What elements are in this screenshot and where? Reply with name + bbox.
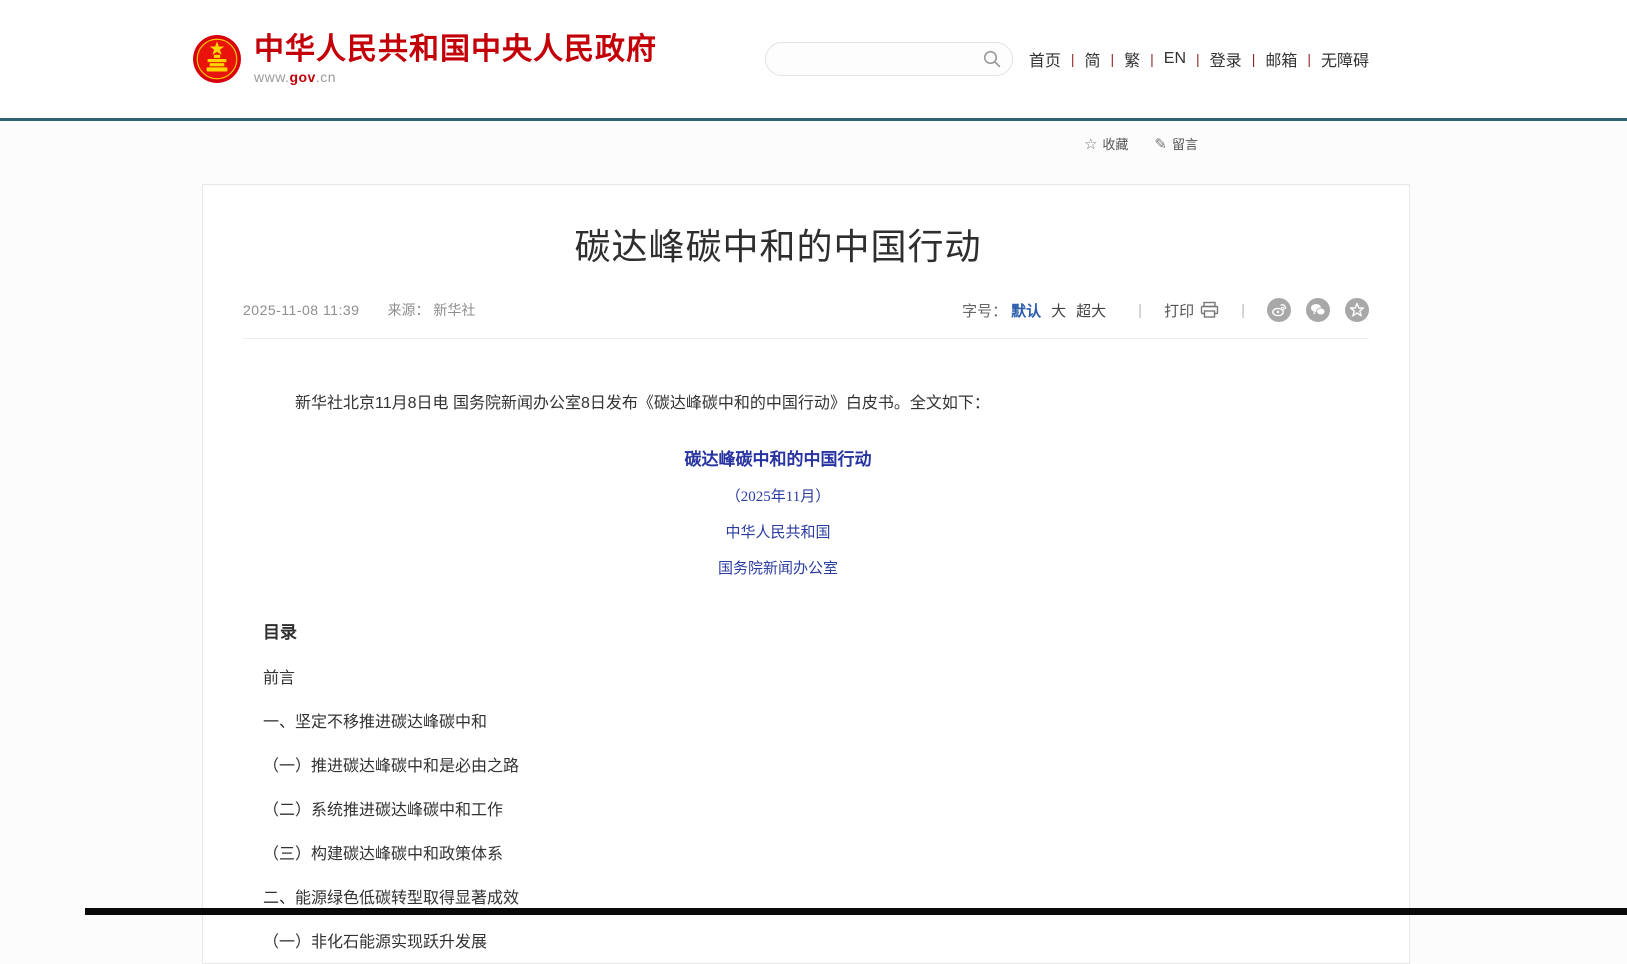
toc-item: 一、坚定不移推进碳达峰碳中和 <box>263 715 1293 731</box>
site-url: www.gov.cn <box>254 69 657 85</box>
article-meta-row: 2025-11-08 11:39 来源： 新华社 字号： 默认 大 超大 | 打… <box>243 298 1369 339</box>
message-button[interactable]: ✎ 留言 <box>1154 134 1198 153</box>
favorite-button[interactable]: ☆ 收藏 <box>1084 134 1128 153</box>
nav-separator: | <box>1111 51 1115 67</box>
doc-org-line2: 国务院新闻办公室 <box>263 557 1293 578</box>
wechat-icon <box>1310 302 1326 318</box>
doc-org-line1: 中华人民共和国 <box>263 521 1293 542</box>
nav-separator: | <box>1071 51 1075 67</box>
toc-item: （二）系统推进碳达峰碳中和工作 <box>263 803 1293 819</box>
nav-mail[interactable]: 邮箱 <box>1265 47 1297 71</box>
nav-traditional[interactable]: 繁 <box>1124 47 1140 71</box>
doc-date: （2025年11月） <box>263 485 1293 506</box>
pencil-icon: ✎ <box>1154 135 1167 153</box>
share-wechat-button[interactable] <box>1306 298 1330 322</box>
toc-item: （一）推进碳达峰碳中和是必由之路 <box>263 759 1293 775</box>
top-nav: 首页 | 简 | 繁 | EN | 登录 | 邮箱 | 无障碍 <box>1029 47 1369 71</box>
national-emblem-icon <box>192 34 242 84</box>
bottom-edge-bar <box>85 908 1627 915</box>
nav-separator: | <box>1196 51 1200 67</box>
page-actions-row: ☆ 收藏 ✎ 留言 <box>0 134 1198 153</box>
search-box <box>765 42 1013 76</box>
url-gov: gov <box>289 69 315 85</box>
toc-item: （三）构建碳达峰碳中和政策体系 <box>263 847 1293 863</box>
message-label: 留言 <box>1172 134 1198 153</box>
intro-paragraph: 新华社北京11月8日电 国务院新闻办公室8日发布《碳达峰碳中和的中国行动》白皮书… <box>263 391 1293 417</box>
weibo-icon <box>1271 302 1287 318</box>
font-size-xlarge-button[interactable]: 超大 <box>1076 300 1106 321</box>
article-body: 新华社北京11月8日电 国务院新闻办公室8日发布《碳达峰碳中和的中国行动》白皮书… <box>263 391 1293 951</box>
share-group <box>1267 298 1369 322</box>
site-header: 中华人民共和国中央人民政府 www.gov.cn 首页 | 简 | 繁 | EN… <box>0 0 1627 121</box>
site-brand[interactable]: 中华人民共和国中央人民政府 www.gov.cn <box>192 33 657 85</box>
qzone-star-icon <box>1349 302 1365 318</box>
print-label: 打印 <box>1164 300 1194 321</box>
nav-simplified[interactable]: 简 <box>1084 47 1100 71</box>
url-prefix: www. <box>254 69 289 85</box>
nav-accessibility[interactable]: 无障碍 <box>1321 47 1369 71</box>
nav-home[interactable]: 首页 <box>1029 47 1061 71</box>
font-size-large-button[interactable]: 大 <box>1051 300 1066 321</box>
star-icon: ☆ <box>1084 135 1097 153</box>
printer-icon <box>1200 301 1219 319</box>
nav-separator: | <box>1307 51 1311 67</box>
font-size-label: 字号： <box>962 300 1007 321</box>
toc-heading: 目录 <box>263 618 1293 643</box>
print-button[interactable]: 打印 <box>1164 300 1219 321</box>
nav-separator: | <box>1150 51 1154 67</box>
share-weibo-button[interactable] <box>1267 298 1291 322</box>
toolbar-separator: | <box>1241 302 1245 319</box>
doc-title: 碳达峰碳中和的中国行动 <box>263 445 1293 470</box>
search-input[interactable] <box>782 51 982 67</box>
article-card: 碳达峰碳中和的中国行动 2025-11-08 11:39 来源： 新华社 字号：… <box>202 184 1410 964</box>
share-qzone-button[interactable] <box>1345 298 1369 322</box>
nav-english[interactable]: EN <box>1164 50 1186 68</box>
toolbar-separator: | <box>1138 302 1142 319</box>
font-size-default-button[interactable]: 默认 <box>1011 300 1041 321</box>
toc-item: 前言 <box>263 671 1293 687</box>
article-date: 2025-11-08 11:39 <box>243 302 359 318</box>
favorite-label: 收藏 <box>1102 134 1128 153</box>
article-title: 碳达峰碳中和的中国行动 <box>263 225 1293 268</box>
source-label: 来源： <box>387 302 429 318</box>
site-title: 中华人民共和国中央人民政府 <box>254 33 657 66</box>
article-source: 来源： 新华社 <box>387 300 475 320</box>
source-value: 新华社 <box>433 302 475 318</box>
toc-item: 二、能源绿色低碳转型取得显著成效 <box>263 891 1293 907</box>
toc-item: （一）非化石能源实现跃升发展 <box>263 935 1293 951</box>
search-icon[interactable] <box>982 49 1002 69</box>
nav-separator: | <box>1252 51 1256 67</box>
url-suffix: .cn <box>316 69 336 85</box>
nav-login[interactable]: 登录 <box>1210 47 1242 71</box>
